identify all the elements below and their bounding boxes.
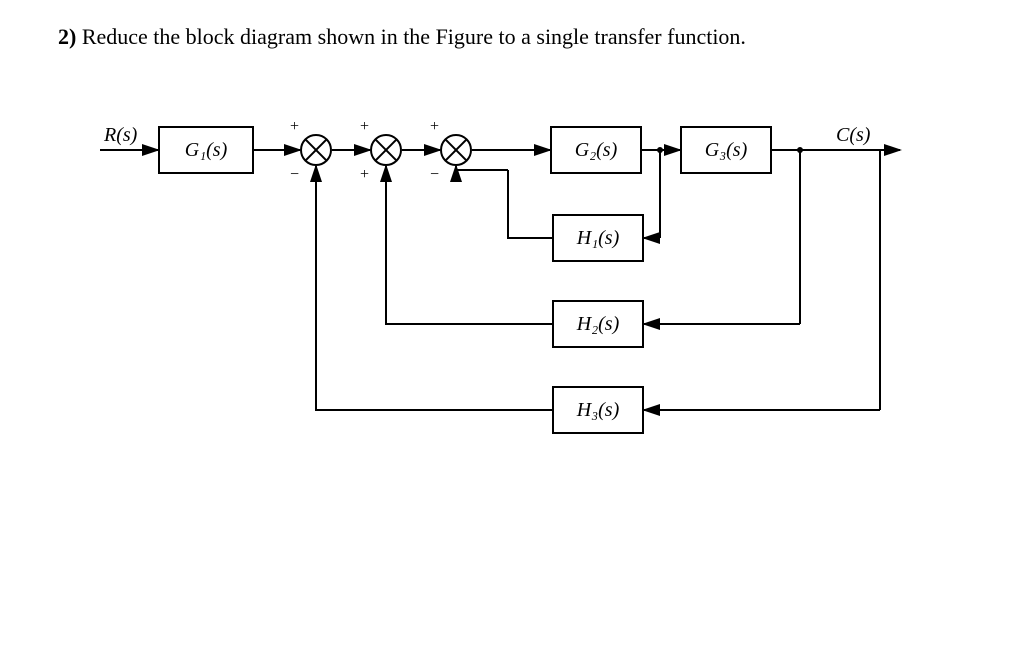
summer-3-sign-bottom: − (430, 166, 439, 184)
block-h3: H₃(s) (552, 386, 644, 434)
summer-1 (300, 134, 332, 166)
block-g1: G₁(s) (158, 126, 254, 174)
output-label: C(s) (836, 124, 870, 147)
block-h2: H₂(s) (552, 300, 644, 348)
question-text: 2) Reduce the block diagram shown in the… (58, 24, 746, 50)
block-g2: G₂(s) (550, 126, 642, 174)
wiring (0, 0, 1024, 666)
summer-1-sign-bottom: − (290, 166, 299, 184)
summer-2-sign-bottom: + (360, 166, 369, 184)
question-body: Reduce the block diagram shown in the Fi… (82, 24, 746, 49)
summer-3-sign-top: + (430, 118, 439, 136)
summer-3 (440, 134, 472, 166)
block-g3: G₃(s) (680, 126, 772, 174)
summer-1-sign-top: + (290, 118, 299, 136)
summer-2 (370, 134, 402, 166)
input-label: R(s) (104, 124, 137, 147)
question-number: 2) (58, 24, 76, 49)
block-h1: H₁(s) (552, 214, 644, 262)
summer-2-sign-top: + (360, 118, 369, 136)
